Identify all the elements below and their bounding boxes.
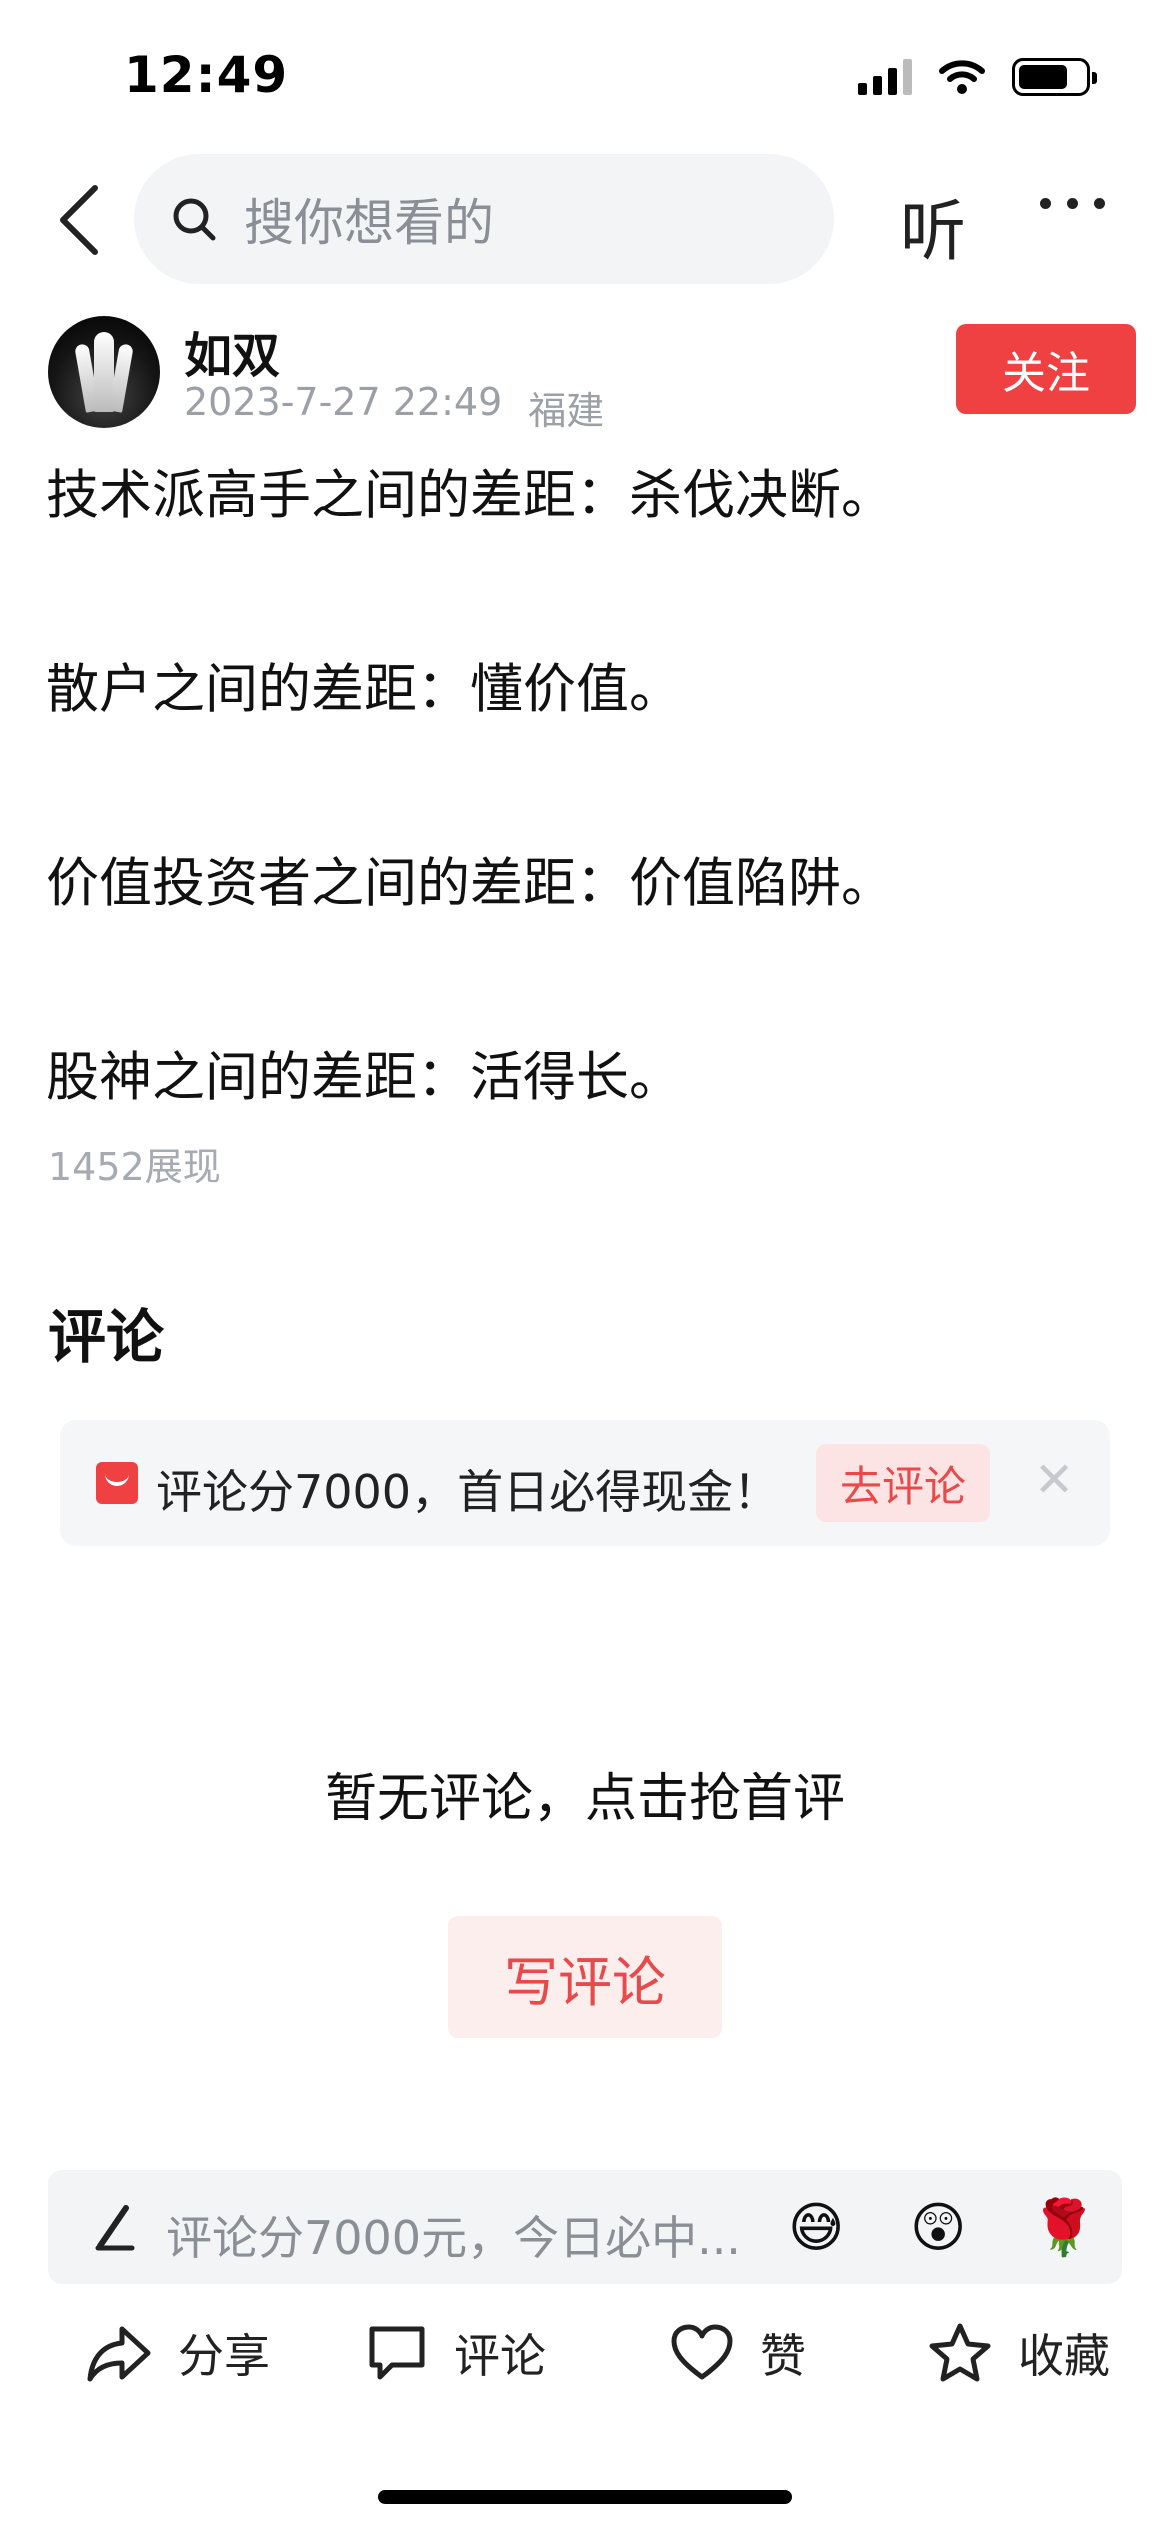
back-button[interactable] — [44, 180, 114, 260]
like-button[interactable]: 赞 — [670, 2320, 806, 2386]
comment-input-bar[interactable]: 评论分7000元，今日必中... 😅 😲 🌹 — [48, 2170, 1122, 2284]
comment-button[interactable]: 评论 — [366, 2320, 546, 2386]
post-datetime: 2023-7-27 22:49 — [184, 380, 503, 424]
search-icon — [173, 198, 216, 241]
battery-icon — [1012, 58, 1097, 96]
author-name[interactable]: 如双 — [184, 316, 280, 386]
red-envelope-icon — [96, 1462, 138, 1504]
status-bar: 12:49 — [0, 0, 1170, 150]
pen-icon — [95, 2205, 135, 2251]
comment-placeholder: 评论分7000元，今日必中... — [166, 2211, 741, 2265]
comment-label: 评论 — [454, 2329, 546, 2383]
share-icon — [87, 2326, 151, 2382]
emoji-astonished-icon[interactable]: 😲 — [910, 2198, 966, 2258]
avatar[interactable] — [48, 316, 160, 428]
chevron-left-icon — [60, 185, 98, 255]
comment-icon — [369, 2326, 425, 2380]
author-row: 如双 2023-7-27 22:49 福建 关注 — [48, 316, 1136, 433]
share-label: 分享 — [178, 2329, 270, 2383]
listen-button[interactable]: 听 — [900, 178, 966, 274]
heart-icon — [671, 2324, 733, 2380]
favorite-label: 收藏 — [1018, 2329, 1110, 2383]
follow-button[interactable]: 关注 — [956, 324, 1136, 414]
top-nav: 搜你想看的 听 — [0, 150, 1170, 290]
post-line: 技术派高手之间的差距：杀伐决断。 — [46, 465, 894, 526]
like-label: 赞 — [760, 2329, 806, 2383]
comments-title: 评论 — [48, 1303, 165, 1371]
comment-promo-banner: 评论分7000，首日必得现金！ 去评论 ✕ — [60, 1420, 1110, 1546]
post-line: 股神之间的差距：活得长。 — [46, 1047, 682, 1108]
home-indicator — [378, 2490, 792, 2504]
promo-text: 评论分7000，首日必得现金！ — [156, 1465, 780, 1519]
status-time: 12:49 — [124, 46, 289, 104]
more-options-icon[interactable] — [1040, 198, 1105, 209]
view-count: 1452展现 — [48, 1145, 221, 1189]
search-input[interactable]: 搜你想看的 — [134, 154, 834, 284]
cellular-signal-icon — [858, 59, 912, 95]
post-meta: 2023-7-27 22:49 福建 — [184, 380, 604, 435]
wifi-icon — [939, 60, 985, 94]
post-line: 价值投资者之间的差距：价值陷阱。 — [46, 853, 894, 914]
emoji-sweat-smile-icon[interactable]: 😅 — [788, 2198, 844, 2258]
search-placeholder: 搜你想看的 — [244, 194, 494, 252]
share-button[interactable]: 分享 — [86, 2320, 270, 2386]
star-icon — [929, 2323, 991, 2382]
status-icons — [858, 58, 1097, 96]
post-location: 福建 — [528, 389, 605, 433]
write-comment-button[interactable]: 写评论 — [448, 1916, 722, 2038]
action-bar: 分享 评论 赞 收藏 — [0, 2310, 1170, 2410]
emoji-rose-icon[interactable]: 🌹 — [1030, 2198, 1097, 2258]
post-line: 散户之间的差距：懂价值。 — [46, 659, 682, 720]
post-content: 技术派高手之间的差距：杀伐决断。 散户之间的差距：懂价值。 价值投资者之间的差距… — [46, 460, 1126, 1114]
favorite-button[interactable]: 收藏 — [928, 2320, 1110, 2386]
close-icon[interactable]: ✕ — [1034, 1452, 1074, 1508]
empty-comments-text: 暂无评论，点击抢首评 — [324, 1769, 845, 1829]
go-comment-button[interactable]: 去评论 — [816, 1444, 990, 1522]
